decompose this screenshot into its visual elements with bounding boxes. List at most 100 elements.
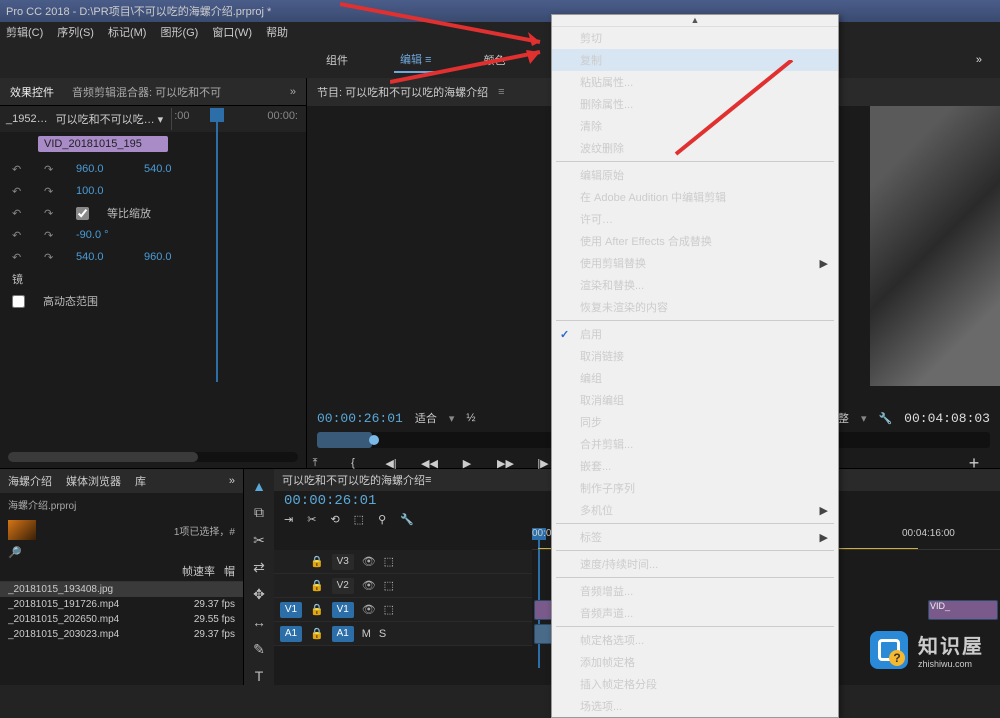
resolution-dropdown-icon[interactable]: ▾ xyxy=(861,412,867,425)
track-header[interactable]: V1🔒V1👁⬚ xyxy=(274,598,532,622)
property-value[interactable]: 540.0 xyxy=(144,163,194,175)
reset-icon[interactable]: ↶ xyxy=(12,251,26,264)
transport-button[interactable]: ⤒ xyxy=(307,457,323,470)
menu-item[interactable]: 帧定格选项... xyxy=(552,629,838,651)
menu-item[interactable]: 编辑原始 xyxy=(552,164,838,186)
sequence-dropdown[interactable]: 可以吃和不可以吃… ▾ xyxy=(56,111,164,127)
reset-icon[interactable]: ↶ xyxy=(12,229,26,242)
effect-property-row[interactable]: ↶ ↷ 540.0 960.0 xyxy=(12,246,294,268)
lock-icon[interactable]: 🔒 xyxy=(310,603,324,616)
timeline-tool-icon[interactable]: ⬚ xyxy=(354,513,364,526)
project-columns[interactable]: 帧速率帽 xyxy=(0,561,243,582)
property-value[interactable]: -90.0 ° xyxy=(76,229,126,241)
reset-icon[interactable]: ↷ xyxy=(44,163,58,176)
tab-project[interactable]: 海螺介绍 xyxy=(8,473,52,489)
property-value[interactable]: 540.0 xyxy=(76,251,126,263)
property-checkbox[interactable] xyxy=(12,295,25,308)
transport-button[interactable]: { xyxy=(345,457,361,469)
transport-button[interactable]: ▶ xyxy=(459,457,475,470)
sync-lock-icon[interactable]: ⬚ xyxy=(384,579,394,592)
menu-item[interactable]: 剪辑(C) xyxy=(6,24,43,40)
workspace-tabs[interactable]: 组件编辑 ≡颜色效» xyxy=(0,42,1000,78)
menu-item[interactable]: 剪切 xyxy=(552,27,838,49)
menu-item[interactable]: 标记(M) xyxy=(108,24,147,40)
effect-property-row[interactable]: ↶ ↷ -90.0 ° xyxy=(12,224,294,246)
effect-property-row[interactable]: 镜 xyxy=(12,268,294,290)
scrub-handle[interactable] xyxy=(369,435,379,445)
menu-item[interactable]: 标签▶ xyxy=(552,526,838,548)
effect-property-row[interactable]: 高动态范围 xyxy=(12,290,294,312)
track-header[interactable]: X🔒V2👁⬚ xyxy=(274,574,532,598)
menu-item[interactable]: 取消编组 xyxy=(552,389,838,411)
menu-item[interactable]: ✓启用 xyxy=(552,323,838,345)
more-workspaces-icon[interactable]: » xyxy=(976,54,982,66)
project-item-row[interactable]: _20181015_191726.mp429.37 fps xyxy=(0,597,243,612)
transport-button[interactable]: |▶ xyxy=(535,457,551,470)
main-menu[interactable]: 剪辑(C) 序列(S) 标记(M) 图形(G) 窗口(W) 帮助 xyxy=(0,22,1000,42)
menu-item[interactable]: 音频增益... xyxy=(552,580,838,602)
effect-property-row[interactable]: ↶ ↷ 960.0 540.0 xyxy=(12,158,294,180)
menu-item[interactable]: 添加帧定格 xyxy=(552,651,838,673)
scrollbar-thumb[interactable] xyxy=(8,452,198,462)
sync-lock-icon[interactable]: ⬚ xyxy=(384,603,394,616)
reset-icon[interactable]: ↷ xyxy=(44,185,58,198)
menu-item[interactable]: 音频声道... xyxy=(552,602,838,624)
tool-button[interactable]: ⧉ xyxy=(250,504,268,521)
menu-item[interactable]: 合并剪辑... xyxy=(552,433,838,455)
timeline-tool-icon[interactable]: ⚲ xyxy=(378,513,386,526)
property-value[interactable]: 960.0 xyxy=(76,163,126,175)
menu-item[interactable]: 同步 xyxy=(552,411,838,433)
more-tabs-icon[interactable]: » xyxy=(290,86,296,98)
track-source-patch[interactable]: V1 xyxy=(280,602,302,618)
lock-icon[interactable]: 🔒 xyxy=(310,627,324,640)
menu-item[interactable]: 窗口(W) xyxy=(212,24,252,40)
menu-item[interactable]: 复制 xyxy=(552,49,838,71)
transport-button[interactable]: ◀| xyxy=(383,457,399,470)
tab-library[interactable]: 库 xyxy=(135,473,146,489)
eye-icon[interactable]: 👁 xyxy=(362,579,376,592)
search-icon[interactable]: 🔎 xyxy=(8,547,22,559)
fx-time-ruler[interactable]: :00 00:00: xyxy=(171,108,300,130)
tab-audio-mixer[interactable]: 音频剪辑混合器: 可以吃和不可 xyxy=(72,84,221,100)
menu-item[interactable]: 使用剪辑替换▶ xyxy=(552,252,838,274)
tool-button[interactable]: ↔︎ xyxy=(250,613,268,630)
solo-button[interactable]: S xyxy=(379,628,386,640)
menu-item[interactable]: 清除 xyxy=(552,115,838,137)
track-label[interactable]: A1 xyxy=(332,626,354,642)
reset-icon[interactable]: ↷ xyxy=(44,207,58,220)
zoom-fit-label[interactable]: 适合 xyxy=(415,410,437,426)
menu-item[interactable]: 编组 xyxy=(552,367,838,389)
transport-button[interactable]: ▶▶ xyxy=(497,457,513,470)
track-header[interactable]: A1 🔒 A1 MS xyxy=(274,622,532,646)
property-value[interactable]: 960.0 xyxy=(144,251,194,263)
panel-tabs[interactable]: 效果控件 音频剪辑混合器: 可以吃和不可 » xyxy=(0,78,306,106)
workspace-tab[interactable]: 组件 xyxy=(320,48,354,72)
tool-button[interactable]: ✥ xyxy=(250,586,268,603)
menu-item[interactable]: 图形(G) xyxy=(160,24,198,40)
current-timecode[interactable]: 00:00:26:01 xyxy=(317,411,403,426)
track-header[interactable]: X🔒V3👁⬚ xyxy=(274,550,532,574)
tab-effect-controls[interactable]: 效果控件 xyxy=(10,84,54,100)
reset-icon[interactable]: ↷ xyxy=(44,251,58,264)
menu-item[interactable]: 嵌套... xyxy=(552,455,838,477)
menu-item[interactable]: 删除属性... xyxy=(552,93,838,115)
track-label[interactable]: V1 xyxy=(332,602,354,618)
project-item-row[interactable]: _20181015_193408.jpg xyxy=(0,582,243,597)
menu-item[interactable]: 制作子序列 xyxy=(552,477,838,499)
menu-item[interactable]: 速度/持续时间... xyxy=(552,553,838,575)
project-item-row[interactable]: _20181015_203023.mp429.37 fps xyxy=(0,627,243,642)
tool-button[interactable]: ▲ xyxy=(250,477,268,494)
sync-lock-icon[interactable]: ⬚ xyxy=(384,555,394,568)
panel-menu-icon[interactable]: ≡ xyxy=(425,474,431,486)
workspace-tab[interactable]: 编辑 ≡ xyxy=(394,47,437,73)
reset-icon[interactable]: ↶ xyxy=(12,207,26,220)
timeline-tool-icon[interactable]: ⇥ xyxy=(284,513,293,526)
reset-icon[interactable]: ↷ xyxy=(44,229,58,242)
menu-item[interactable]: 帮助 xyxy=(266,24,288,40)
project-item-row[interactable]: _20181015_202650.mp429.55 fps xyxy=(0,612,243,627)
track-source-patch[interactable]: A1 xyxy=(280,626,302,642)
menu-item[interactable]: 序列(S) xyxy=(57,24,94,40)
mute-button[interactable]: M xyxy=(362,628,371,640)
effect-property-row[interactable]: ↶↷等比缩放 xyxy=(12,202,294,224)
reset-icon[interactable]: ↶ xyxy=(12,163,26,176)
